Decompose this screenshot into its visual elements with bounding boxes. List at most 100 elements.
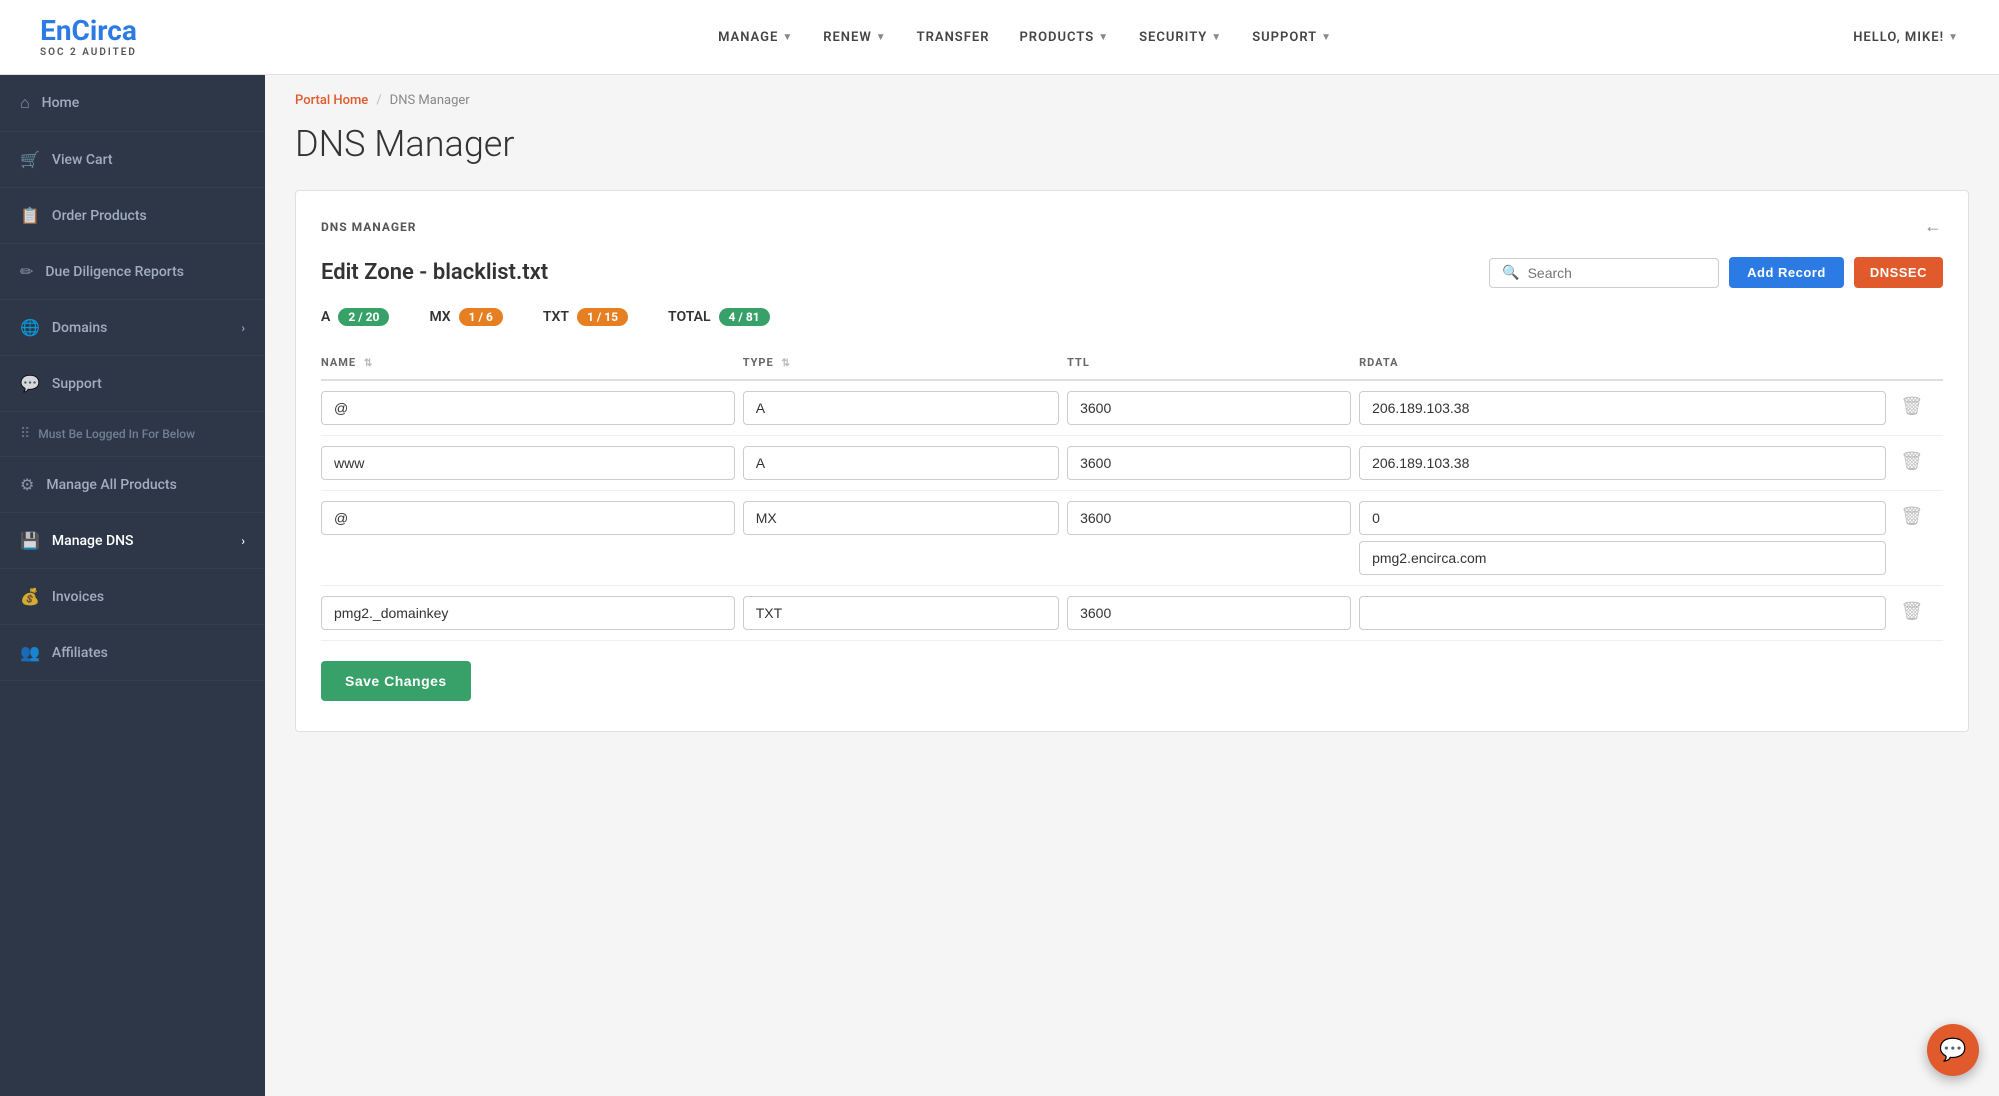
dnssec-button[interactable]: DNSSEC: [1854, 257, 1943, 288]
delete-button[interactable]: 🗑: [1894, 596, 1929, 626]
top-navigation: EnCirca SOC 2 AUDITED MANAGE ▼ RENEW ▼ T…: [0, 0, 1999, 75]
txt-badge: 1 / 15: [577, 308, 628, 326]
name-sort-icon[interactable]: ⇅: [364, 358, 373, 369]
home-icon: ⌂: [20, 93, 30, 113]
type-input[interactable]: [743, 391, 1059, 425]
sidebar-item-manage-dns[interactable]: 💾 Manage DNS ›: [0, 513, 265, 569]
type-input[interactable]: [743, 501, 1059, 535]
ttl-input[interactable]: [1067, 596, 1351, 630]
name-input[interactable]: [321, 446, 735, 480]
mx-label: MX: [429, 309, 450, 325]
record-counts: A 2 / 20 MX 1 / 6 TXT 1 / 15 TOTAL 4 / 8…: [321, 308, 1943, 326]
sidebar-item-invoices[interactable]: 💰 Invoices: [0, 569, 265, 625]
nav-links: MANAGE ▼ RENEW ▼ TRANSFER PRODUCTS ▼ SEC…: [197, 30, 1853, 45]
nav-manage[interactable]: MANAGE ▼: [718, 30, 793, 45]
logo-text: EnCirca: [40, 17, 137, 45]
support-arrow: ▼: [1321, 32, 1332, 43]
save-changes-button[interactable]: Save Changes: [321, 661, 471, 701]
search-input[interactable]: [1528, 265, 1707, 281]
rdata-input[interactable]: [1359, 596, 1886, 630]
user-menu[interactable]: HELLO, MIKE! ▼: [1853, 30, 1959, 45]
sidebar-item-label: Manage All Products: [46, 477, 176, 493]
action-cell: 🗑: [1894, 586, 1943, 641]
breadcrumb-current: DNS Manager: [390, 93, 470, 108]
txt-label: TXT: [543, 309, 569, 325]
a-label: A: [321, 309, 330, 325]
rdata-cell: [1359, 380, 1894, 436]
breadcrumb-home-link[interactable]: Portal Home: [295, 93, 368, 108]
main-layout: ⌂ Home 🛒 View Cart 📋 Order Products ✏ Du…: [0, 75, 1999, 1096]
name-input[interactable]: [321, 596, 735, 630]
back-arrow-button[interactable]: ←: [1924, 216, 1943, 237]
sidebar-item-domains[interactable]: 🌐 Domains ›: [0, 300, 265, 356]
sidebar-item-view-cart[interactable]: 🛒 View Cart: [0, 132, 265, 188]
sidebar-item-order-products[interactable]: 📋 Order Products: [0, 188, 265, 244]
order-icon: 📋: [20, 206, 40, 225]
rdata-container: [1359, 391, 1886, 425]
rdata-input[interactable]: [1359, 501, 1886, 535]
products-arrow: ▼: [1098, 32, 1109, 43]
sidebar: ⌂ Home 🛒 View Cart 📋 Order Products ✏ Du…: [0, 75, 265, 1096]
name-input[interactable]: [321, 391, 735, 425]
sidebar-item-due-diligence[interactable]: ✏ Due Diligence Reports: [0, 244, 265, 300]
sidebar-item-label: Invoices: [52, 589, 104, 605]
sidebar-item-label: Support: [52, 376, 102, 392]
nav-products[interactable]: PRODUCTS ▼: [1019, 30, 1109, 45]
chat-bubble-button[interactable]: 💬: [1927, 1024, 1979, 1076]
sidebar-item-support[interactable]: 💬 Support: [0, 356, 265, 412]
sidebar-item-manage-all[interactable]: ⚙ Manage All Products: [0, 457, 265, 513]
domains-expand-arrow: ›: [241, 321, 245, 335]
nav-support[interactable]: SUPPORT ▼: [1252, 30, 1332, 45]
nav-security[interactable]: SECURITY ▼: [1139, 30, 1222, 45]
delete-button[interactable]: 🗑: [1894, 391, 1929, 421]
add-record-button[interactable]: Add Record: [1729, 257, 1844, 288]
search-box[interactable]: 🔍: [1489, 258, 1719, 288]
action-cell: 🗑: [1894, 436, 1943, 491]
type-input[interactable]: [743, 446, 1059, 480]
type-cell: [743, 380, 1067, 436]
must-logged-icon: ⠿: [20, 426, 30, 442]
rdata-input[interactable]: [1359, 391, 1886, 425]
breadcrumb-separator: /: [376, 93, 381, 108]
ttl-input[interactable]: [1067, 501, 1351, 535]
delete-button[interactable]: 🗑: [1894, 446, 1929, 476]
ttl-input[interactable]: [1067, 446, 1351, 480]
sidebar-item-home[interactable]: ⌂ Home: [0, 75, 265, 132]
user-arrow: ▼: [1948, 32, 1959, 43]
col-header-action: [1894, 346, 1943, 380]
mx-badge: 1 / 6: [459, 308, 503, 326]
rdata-input[interactable]: [1359, 446, 1886, 480]
dns-table: NAME ⇅ TYPE ⇅ TTL RDATA: [321, 346, 1943, 641]
name-input[interactable]: [321, 501, 735, 535]
sidebar-item-affiliates[interactable]: 👥 Affiliates: [0, 625, 265, 681]
sidebar-item-label: Manage DNS: [52, 533, 134, 549]
logo[interactable]: EnCirca SOC 2 AUDITED: [40, 17, 137, 58]
panel-header-label: DNS MANAGER: [321, 220, 416, 234]
col-header-name: NAME ⇅: [321, 346, 743, 380]
support-icon: 💬: [20, 374, 40, 393]
rdata-cell: [1359, 586, 1894, 641]
rdata-input[interactable]: [1359, 541, 1886, 575]
nav-transfer[interactable]: TRANSFER: [917, 30, 990, 45]
type-sort-icon[interactable]: ⇅: [781, 358, 790, 369]
main-content: Portal Home / DNS Manager DNS Manager DN…: [265, 75, 1999, 1096]
delete-button[interactable]: 🗑: [1894, 501, 1929, 531]
ttl-cell: [1067, 586, 1359, 641]
sidebar-item-label: Affiliates: [52, 645, 108, 661]
security-arrow: ▼: [1211, 32, 1222, 43]
table-row: 🗑: [321, 436, 1943, 491]
ttl-input[interactable]: [1067, 391, 1351, 425]
total-count: TOTAL 4 / 81: [668, 308, 770, 326]
manage-arrow: ▼: [782, 32, 793, 43]
type-input[interactable]: [743, 596, 1059, 630]
panel-header: DNS MANAGER ←: [321, 216, 1943, 237]
ttl-cell: [1067, 380, 1359, 436]
sidebar-item-label: View Cart: [52, 152, 113, 168]
col-header-ttl: TTL: [1067, 346, 1359, 380]
breadcrumb: Portal Home / DNS Manager: [265, 75, 1999, 118]
col-header-rdata: RDATA: [1359, 346, 1894, 380]
table-row: 🗑: [321, 491, 1943, 586]
table-row: 🗑: [321, 586, 1943, 641]
rdata-container: [1359, 501, 1886, 575]
nav-renew[interactable]: RENEW ▼: [823, 30, 886, 45]
